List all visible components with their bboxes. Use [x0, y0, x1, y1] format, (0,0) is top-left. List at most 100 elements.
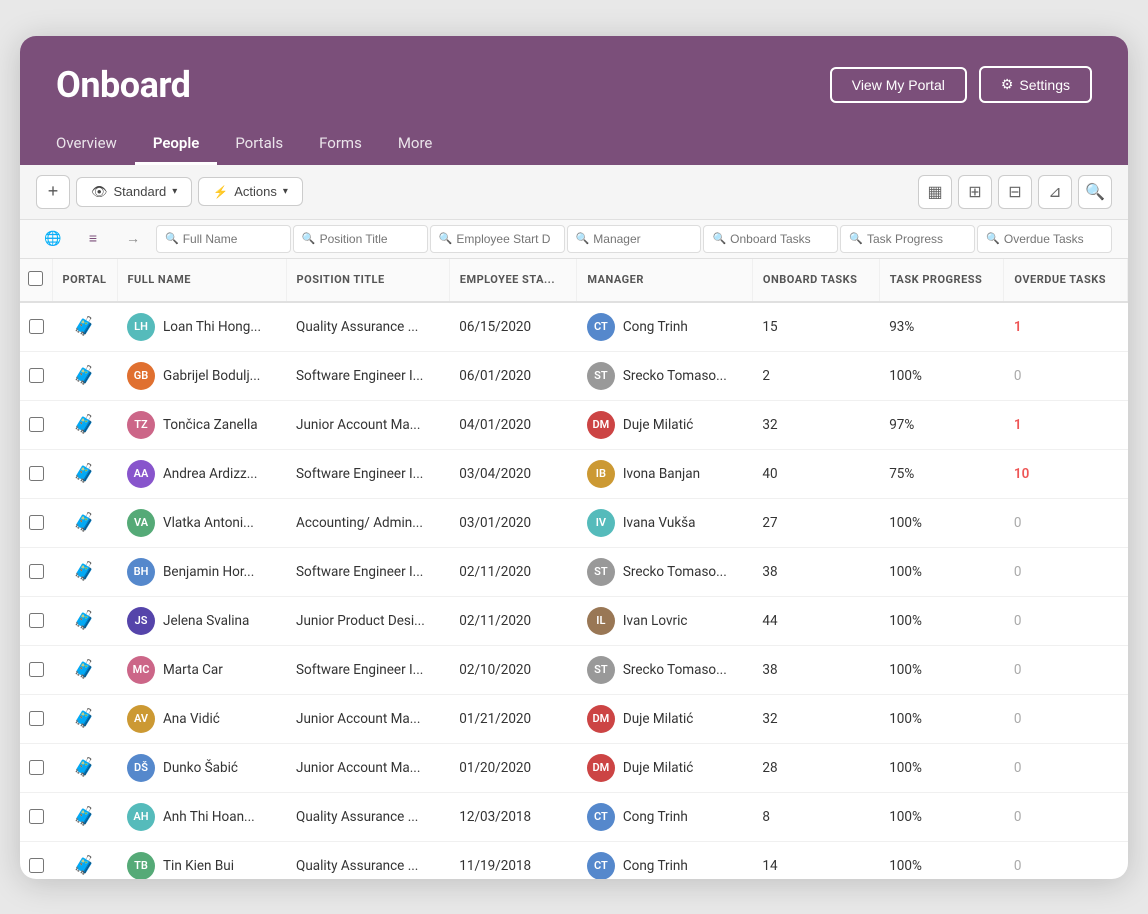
row-position: Software Engineer I... [286, 645, 449, 694]
row-checkbox[interactable] [20, 547, 52, 596]
row-overdue-tasks: 0 [1004, 351, 1128, 400]
column-filter-row: 🌐 ≡ → 🔍 🔍 🔍 🔍 🔍 🔍 🔍 [20, 220, 1128, 259]
row-position: Accounting/ Admin... [286, 498, 449, 547]
position-filter-input[interactable] [320, 232, 419, 246]
row-onboard-tasks: 44 [752, 596, 879, 645]
row-onboard-tasks: 2 [752, 351, 879, 400]
tab-more[interactable]: More [380, 124, 451, 165]
portal-icon: 🧳 [62, 708, 107, 729]
row-position: Junior Account Ma... [286, 694, 449, 743]
row-checkbox[interactable] [20, 694, 52, 743]
row-onboard-tasks: 8 [752, 792, 879, 841]
row-checkbox[interactable] [20, 498, 52, 547]
actions-icon: ⚡ [213, 185, 228, 199]
table-row: 🧳 BH Benjamin Hor... Software Engineer I… [20, 547, 1128, 596]
row-checkbox[interactable] [20, 743, 52, 792]
row-overdue-tasks: 1 [1004, 302, 1128, 352]
table-row: 🧳 TZ Tončica Zanella Junior Account Ma..… [20, 400, 1128, 449]
add-button[interactable]: + [36, 175, 70, 209]
row-onboard-tasks: 27 [752, 498, 879, 547]
search-icon: 🔍 [986, 232, 1000, 245]
col-onboard-tasks: ONBOARD TASKS [752, 259, 879, 302]
settings-button[interactable]: ⚙ Settings [979, 66, 1092, 103]
chevron-down-icon: ▾ [283, 186, 288, 197]
manager-filter-input[interactable] [593, 232, 692, 246]
manager-avatar: IL [587, 607, 615, 635]
row-fullname: AV Ana Vidić [117, 694, 286, 743]
overdue-filter[interactable]: 🔍 [977, 225, 1112, 253]
row-portal: 🧳 [52, 596, 117, 645]
manager-filter[interactable]: 🔍 [567, 225, 702, 253]
layout-button[interactable]: ⊟ [998, 175, 1032, 209]
row-start-date: 03/01/2020 [449, 498, 577, 547]
row-checkbox[interactable] [20, 596, 52, 645]
manager-avatar: DM [587, 411, 615, 439]
row-onboard-tasks: 32 [752, 400, 879, 449]
toolbar: + 👁 Standard ▾ ⚡ Actions ▾ ▦ ⊞ ⊟ ⊿ 🔍 [20, 165, 1128, 220]
row-start-date: 04/01/2020 [449, 400, 577, 449]
app-container: Onboard View My Portal ⚙ Settings Overvi… [20, 36, 1128, 879]
row-fullname: LH Loan Thi Hong... [117, 302, 286, 352]
row-manager: DM Duje Milatić [577, 743, 753, 792]
row-manager: CT Cong Trinh [577, 792, 753, 841]
row-checkbox[interactable] [20, 841, 52, 879]
row-task-progress: 100% [879, 547, 1004, 596]
app-title: Onboard [56, 64, 190, 106]
row-checkbox[interactable] [20, 449, 52, 498]
columns-button[interactable]: ⊞ [958, 175, 992, 209]
row-task-progress: 100% [879, 841, 1004, 879]
row-checkbox[interactable] [20, 792, 52, 841]
row-fullname: BH Benjamin Hor... [117, 547, 286, 596]
row-onboard-tasks: 28 [752, 743, 879, 792]
table-row: 🧳 AH Anh Thi Hoan... Quality Assurance .… [20, 792, 1128, 841]
row-checkbox[interactable] [20, 351, 52, 400]
tab-portals[interactable]: Portals [217, 124, 301, 165]
overdue-filter-input[interactable] [1004, 232, 1103, 246]
standard-dropdown[interactable]: 👁 Standard ▾ [76, 177, 192, 207]
row-task-progress: 100% [879, 596, 1004, 645]
task-progress-filter-input[interactable] [867, 232, 966, 246]
table-row: 🧳 MC Marta Car Software Engineer I... 02… [20, 645, 1128, 694]
portal-icon: 🧳 [62, 561, 107, 582]
row-checkbox[interactable] [20, 400, 52, 449]
fullname-filter-input[interactable] [183, 232, 282, 246]
chart-bar-button[interactable]: ▦ [918, 175, 952, 209]
avatar: AH [127, 803, 155, 831]
columns-icon: ⊞ [968, 182, 981, 202]
onboard-tasks-filter-input[interactable] [730, 232, 829, 246]
avatar: GB [127, 362, 155, 390]
row-start-date: 11/19/2018 [449, 841, 577, 879]
position-filter[interactable]: 🔍 [293, 225, 428, 253]
task-progress-filter[interactable]: 🔍 [840, 225, 975, 253]
manager-avatar: CT [587, 313, 615, 341]
actions-dropdown[interactable]: ⚡ Actions ▾ [198, 177, 303, 206]
row-checkbox[interactable] [20, 645, 52, 694]
avatar: TZ [127, 411, 155, 439]
search-icon: 🔍 [439, 232, 453, 245]
row-start-date: 02/11/2020 [449, 547, 577, 596]
onboard-tasks-filter[interactable]: 🔍 [703, 225, 838, 253]
start-filter[interactable]: 🔍 [430, 225, 565, 253]
tab-people[interactable]: People [135, 124, 218, 165]
manager-avatar: ST [587, 362, 615, 390]
select-all-checkbox[interactable] [28, 271, 43, 286]
table-row: 🧳 JS Jelena Svalina Junior Product Desi.… [20, 596, 1128, 645]
row-overdue-tasks: 0 [1004, 792, 1128, 841]
row-checkbox[interactable] [20, 302, 52, 352]
tab-overview[interactable]: Overview [56, 124, 135, 165]
row-overdue-tasks: 1 [1004, 400, 1128, 449]
fullname-filter[interactable]: 🔍 [156, 225, 291, 253]
row-task-progress: 93% [879, 302, 1004, 352]
table-wrapper: PORTAL FULL NAME POSITION TITLE EMPLOYEE… [20, 259, 1128, 879]
view-portal-button[interactable]: View My Portal [830, 67, 967, 103]
row-onboard-tasks: 40 [752, 449, 879, 498]
row-start-date: 03/04/2020 [449, 449, 577, 498]
start-filter-input[interactable] [456, 232, 555, 246]
search-button[interactable]: 🔍 [1078, 175, 1112, 209]
row-overdue-tasks: 0 [1004, 547, 1128, 596]
col-position: POSITION TITLE [286, 259, 449, 302]
row-fullname: GB Gabrijel Bodulj... [117, 351, 286, 400]
row-manager: CT Cong Trinh [577, 841, 753, 879]
tab-forms[interactable]: Forms [301, 124, 380, 165]
filter-button[interactable]: ⊿ [1038, 175, 1072, 209]
